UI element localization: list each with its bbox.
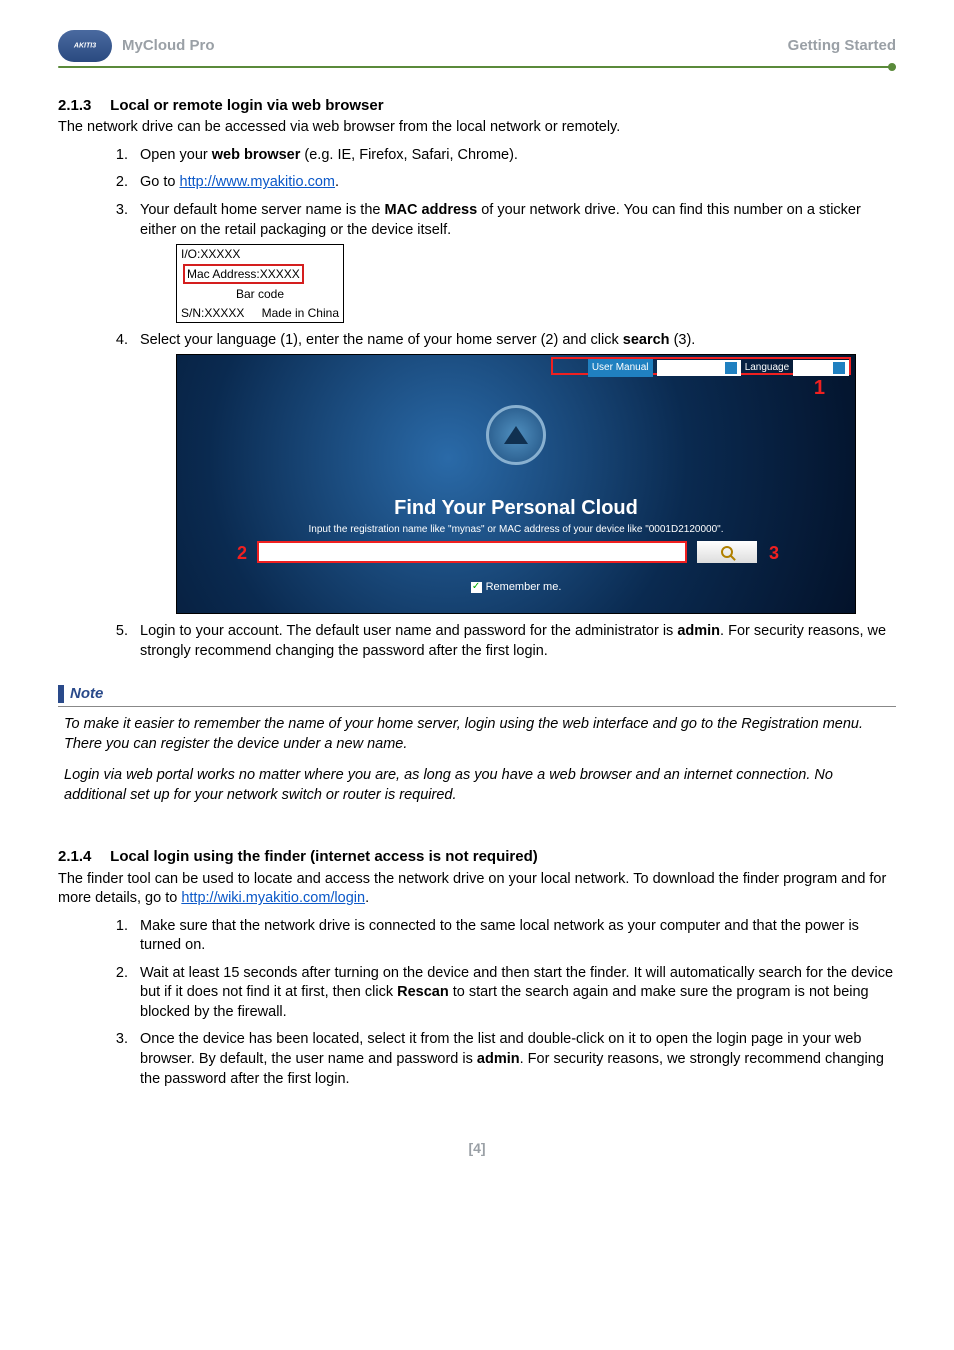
remember-row: ✓ Remember me. <box>177 580 855 595</box>
myakitio-link[interactable]: http://www.myakitio.com <box>180 174 336 190</box>
steps-list: Make sure that the network drive is conn… <box>132 917 896 1090</box>
section-heading: 2.1.4 Local login using the finder (inte… <box>58 847 896 867</box>
sticker-sn-row: S/N:XXXXX Made in China <box>177 304 343 322</box>
section-number: 2.1.4 <box>58 847 106 867</box>
page-number: [4] <box>58 1139 896 1158</box>
section-heading: 2.1.3 Local or remote login via web brow… <box>58 96 896 116</box>
search-icon <box>721 546 733 558</box>
step-1: Open your web browser (e.g. IE, Firefox,… <box>132 146 896 166</box>
sticker-mac-highlight: Mac Address:XXXXX <box>183 264 304 284</box>
sticker-made: Made in China <box>262 305 339 321</box>
note-para-2: Login via web portal works no matter whe… <box>64 766 890 805</box>
note-bar-icon <box>58 685 64 703</box>
step-2: Wait at least 15 seconds after turning o… <box>132 964 896 1023</box>
portal-topbar: User Manual Please Select Language Engli… <box>588 359 849 377</box>
dropdown-icon <box>833 362 845 374</box>
sticker-sn: S/N:XXXXX <box>181 305 244 321</box>
section-214: 2.1.4 Local login using the finder (inte… <box>58 847 896 1089</box>
sticker-mac-row: Mac Address:XXXXX <box>177 263 343 285</box>
wiki-login-link[interactable]: http://wiki.myakitio.com/login <box>181 890 365 906</box>
steps-list: Open your web browser (e.g. IE, Firefox,… <box>132 146 896 662</box>
portal-logo-icon <box>486 405 546 465</box>
step-1: Make sure that the network drive is conn… <box>132 917 896 956</box>
portal-screenshot: User Manual Please Select Language Engli… <box>176 354 856 614</box>
server-name-input[interactable] <box>257 541 687 563</box>
user-manual-link[interactable]: User Manual <box>588 359 653 377</box>
language-label: Language <box>745 361 790 375</box>
note-para-1: To make it easier to remember the name o… <box>64 715 890 754</box>
step-5: Login to your account. The default user … <box>132 622 896 661</box>
header-rule <box>58 66 896 68</box>
step-3: Once the device has been located, select… <box>132 1030 896 1089</box>
sticker-barcode: Bar code <box>177 285 343 303</box>
sticker-io: I/O:XXXXX <box>177 245 343 263</box>
remember-label: Remember me. <box>486 581 562 593</box>
step-3: Your default home server name is the MAC… <box>132 201 896 323</box>
brand-logo-icon <box>58 30 112 62</box>
step-2: Go to http://www.myakitio.com. <box>132 173 896 193</box>
language-select[interactable]: English <box>793 360 849 376</box>
page-header: MyCloud Pro Getting Started <box>58 30 896 62</box>
callout-3: 3 <box>769 541 779 565</box>
step-4: Select your language (1), enter the name… <box>132 331 896 615</box>
note-label: Note <box>70 685 103 702</box>
note-block: Note To make it easier to remember the n… <box>58 684 896 806</box>
section-intro: The network drive can be accessed via we… <box>58 118 896 138</box>
dropdown-icon <box>725 362 737 374</box>
portal-heading: Find Your Personal Cloud <box>177 495 855 522</box>
section-heading-text: Local or remote login via web browser <box>110 97 383 114</box>
note-header: Note <box>58 684 896 708</box>
doc-title: MyCloud Pro <box>122 36 215 56</box>
remember-checkbox[interactable]: ✓ <box>471 582 482 593</box>
device-sticker: I/O:XXXXX Mac Address:XXXXX Bar code S/N… <box>176 244 344 323</box>
section-heading-text: Local login using the finder (internet a… <box>110 848 538 865</box>
section-213: 2.1.3 Local or remote login via web brow… <box>58 96 896 662</box>
callout-2: 2 <box>237 541 247 565</box>
search-button[interactable] <box>697 541 757 563</box>
portal-subheading: Input the registration name like "mynas"… <box>177 523 855 537</box>
section-number: 2.1.3 <box>58 96 106 116</box>
section-intro: The finder tool can be used to locate an… <box>58 870 896 909</box>
callout-1: 1 <box>814 375 825 402</box>
section-title: Getting Started <box>788 36 896 56</box>
manual-select[interactable]: Please Select <box>657 360 741 376</box>
header-left: MyCloud Pro <box>58 30 215 62</box>
